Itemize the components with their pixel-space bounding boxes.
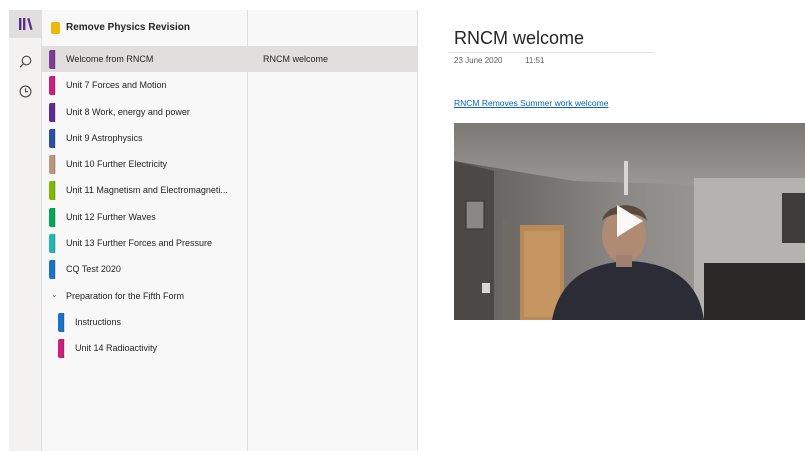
section-label: Instructions <box>75 316 122 327</box>
notebook-icon <box>51 22 60 34</box>
section-item[interactable]: Unit 9 Astrophysics <box>42 125 248 151</box>
section-item[interactable]: Unit 10 Further Electricity <box>42 151 248 177</box>
section-item[interactable]: CQ Test 2020 <box>42 256 248 282</box>
page-canvas[interactable]: RNCM welcome 23 June 2020 11:51 RNCM Rem… <box>418 10 805 451</box>
section-item[interactable]: Unit 8 Work, energy and power <box>42 99 248 125</box>
section-label: Unit 10 Further Electricity <box>66 159 168 170</box>
section-color-tab <box>49 76 56 96</box>
section-item[interactable]: Instructions <box>42 309 248 335</box>
page-title[interactable]: RNCM welcome <box>454 28 584 49</box>
section-color-tab <box>49 155 56 175</box>
notebook-title[interactable]: Remove Physics Revision <box>66 22 190 33</box>
section-item[interactable]: Unit 7 Forces and Motion <box>42 72 248 98</box>
sections-pane: Remove Physics Revision ⌄ Welcome from R… <box>42 10 248 451</box>
play-icon[interactable] <box>607 201 647 241</box>
video-link[interactable]: RNCM Removes Summer work welcome <box>454 98 608 108</box>
section-label: Unit 14 Radioactivity <box>75 343 158 354</box>
section-color-tab <box>49 128 56 148</box>
section-color-tab <box>49 181 56 201</box>
section-label: Unit 7 Forces and Motion <box>66 80 167 91</box>
section-item[interactable]: Unit 12 Further Waves <box>42 204 248 230</box>
chevron-down-icon[interactable]: ⌄ <box>51 290 58 299</box>
pages-pane: RNCM welcome <box>248 10 418 451</box>
recent-icon[interactable] <box>9 77 42 105</box>
video-embed[interactable] <box>454 123 805 320</box>
notebooks-icon[interactable] <box>9 10 42 38</box>
section-color-tab <box>49 207 56 227</box>
title-divider <box>448 52 653 53</box>
section-label: Unit 13 Further Forces and Pressure <box>66 238 213 249</box>
section-item[interactable]: Unit 11 Magnetism and Electromagneti... <box>42 177 248 203</box>
section-item[interactable]: Unit 13 Further Forces and Pressure <box>42 230 248 256</box>
page-date: 23 June 2020 <box>454 56 503 65</box>
section-color-tab <box>49 234 56 254</box>
page-time: 11:51 <box>525 56 545 65</box>
section-color-tab <box>49 102 56 122</box>
section-group[interactable]: ⌄ Preparation for the Fifth Form <box>42 283 248 309</box>
section-color-tab <box>49 50 56 69</box>
section-item[interactable]: Unit 14 Radioactivity <box>42 335 248 361</box>
section-label: Unit 9 Astrophysics <box>66 132 143 143</box>
search-icon[interactable] <box>9 47 42 75</box>
page-item[interactable]: RNCM welcome <box>248 46 418 72</box>
app-rail <box>9 10 42 451</box>
chevron-down-icon[interactable]: ⌄ <box>178 22 186 33</box>
section-label: Unit 8 Work, energy and power <box>66 106 190 117</box>
section-label: Unit 11 Magnetism and Electromagneti... <box>66 185 228 196</box>
section-color-tab <box>58 339 65 359</box>
section-label: CQ Test 2020 <box>66 264 121 275</box>
section-color-tab <box>49 260 56 280</box>
section-item[interactable]: Welcome from RNCM <box>42 46 248 73</box>
section-color-tab <box>58 312 65 332</box>
section-label: Unit 12 Further Waves <box>66 211 156 222</box>
section-label: Welcome from RNCM <box>66 54 154 64</box>
section-group-label: Preparation for the Fifth Form <box>66 290 185 301</box>
page-label: RNCM welcome <box>263 54 329 64</box>
section-list: Welcome from RNCM Unit 7 Forces and Moti… <box>42 46 248 362</box>
